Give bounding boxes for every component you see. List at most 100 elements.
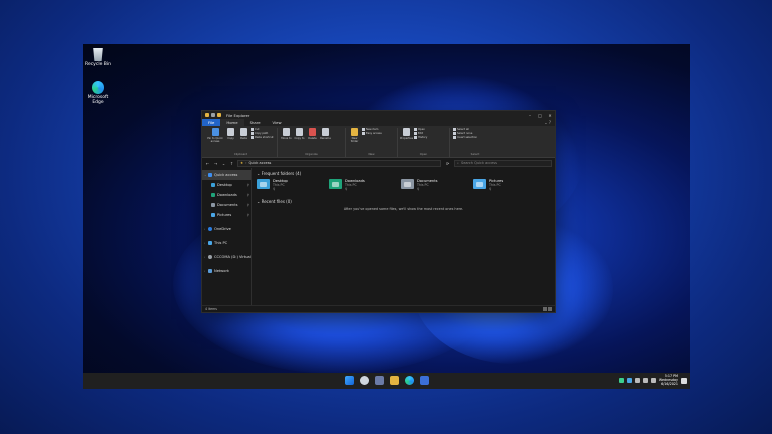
button-label: Copy xyxy=(227,137,234,140)
nav-item-label: This PC xyxy=(214,241,228,245)
large-icons-view-icon[interactable] xyxy=(548,307,552,311)
copy-to-icon xyxy=(296,128,303,136)
nav-item-network[interactable]: › Network xyxy=(202,266,251,276)
easy-access-icon xyxy=(362,132,365,135)
explorer-body: ⌄ Quick access Desktop ⚲ Downloads ⚲ Doc… xyxy=(202,168,555,305)
minimize-icon[interactable]: – xyxy=(525,113,535,118)
folder-tile-downloads[interactable]: Downloads This PC ⚲ xyxy=(329,179,401,191)
ribbon-group-new: New folder New item Easy access New xyxy=(346,128,398,157)
task-view-icon[interactable] xyxy=(375,376,384,385)
history-button[interactable]: History xyxy=(414,136,427,139)
folder-tile-documents[interactable]: Documents This PC ⚲ xyxy=(401,179,473,191)
downloads-folder-icon xyxy=(329,179,342,189)
search-input[interactable]: ⌕ Search Quick access xyxy=(454,159,552,167)
nav-item-label: Downloads xyxy=(217,193,237,197)
ribbon-group-organize: Move to Copy to Delete Rename Organize xyxy=(278,128,346,157)
up-icon[interactable]: ↑ xyxy=(229,161,234,166)
onedrive-icon[interactable] xyxy=(626,378,632,384)
refresh-icon[interactable]: ⟳ xyxy=(444,161,451,166)
quick-access-toolbar xyxy=(205,113,221,117)
nav-item-onedrive[interactable]: › OneDrive xyxy=(202,224,251,234)
store-icon[interactable] xyxy=(420,376,429,385)
pictures-folder-icon xyxy=(473,179,486,189)
notification-icon[interactable] xyxy=(681,377,687,384)
select-all-button[interactable]: Select all xyxy=(453,128,477,131)
recent-files-heading[interactable]: ⌄ Recent files (0) xyxy=(257,199,550,204)
pin-icon: ⚲ xyxy=(489,187,492,191)
tab-view[interactable]: View xyxy=(267,119,288,126)
edge-icon[interactable] xyxy=(405,376,414,385)
invert-selection-button[interactable]: Invert selection xyxy=(453,136,477,139)
new-item-button[interactable]: New item xyxy=(362,128,382,131)
button-label: New item xyxy=(366,128,379,131)
pin-icon: ⚲ xyxy=(246,183,249,187)
folder-tile-desktop[interactable]: Desktop This PC ⚲ xyxy=(257,179,329,191)
desktop-icon-label: Microsoft Edge xyxy=(87,95,109,105)
maximize-icon[interactable]: □ xyxy=(535,113,545,118)
clock[interactable]: 5:17 PM Wednesday 6/16/2021 xyxy=(659,374,678,386)
new-folder-icon[interactable] xyxy=(217,113,221,117)
ribbon: Pin to Quick access Copy Paste Cut Copy … xyxy=(202,126,555,158)
paste-shortcut-button[interactable]: Paste shortcut xyxy=(251,136,274,139)
breadcrumb: Quick access xyxy=(248,161,272,165)
open-button[interactable]: Open xyxy=(414,128,427,131)
desktop-icon-edge[interactable]: Microsoft Edge xyxy=(83,81,113,105)
copy-path-icon xyxy=(251,132,254,135)
details-view-icon[interactable] xyxy=(543,307,547,311)
nav-item-documents[interactable]: Documents ⚲ xyxy=(202,200,251,210)
edge-icon xyxy=(92,81,104,94)
tab-share[interactable]: Share xyxy=(244,119,267,126)
cut-button[interactable]: Cut xyxy=(251,128,274,131)
address-bar[interactable]: ★ › Quick access xyxy=(237,159,441,167)
section-title: Frequent folders (4) xyxy=(261,171,302,176)
nav-item-quick-access[interactable]: ⌄ Quick access xyxy=(202,170,251,180)
nav-item-label: Pictures xyxy=(217,213,232,217)
close-icon[interactable]: ✕ xyxy=(545,113,555,118)
pin-icon: ⚲ xyxy=(273,187,276,191)
button-label: Invert selection xyxy=(457,136,478,139)
tab-file[interactable]: File xyxy=(202,119,221,126)
properties-icon[interactable] xyxy=(211,113,215,117)
pin-icon: ⚲ xyxy=(246,203,249,207)
recent-locations-icon[interactable]: ⌄ xyxy=(221,161,226,166)
keyboard-icon[interactable] xyxy=(650,378,656,384)
network-icon[interactable] xyxy=(634,378,640,384)
help-icon[interactable]: ⌄ ? xyxy=(544,119,555,126)
tab-home[interactable]: Home xyxy=(220,119,244,126)
nav-item-pictures[interactable]: Pictures ⚲ xyxy=(202,210,251,220)
copy-icon xyxy=(227,128,234,136)
forward-icon[interactable]: → xyxy=(213,161,218,166)
easy-access-button[interactable]: Easy access xyxy=(362,132,382,135)
desktop-icon-recycle-bin[interactable]: Recycle Bin xyxy=(83,48,113,67)
pictures-icon xyxy=(211,213,215,217)
section-title: Recent files (0) xyxy=(261,199,292,204)
folder-icon xyxy=(205,113,209,117)
copy-path-button[interactable]: Copy path xyxy=(251,132,274,135)
folder-tile-pictures[interactable]: Pictures This PC ⚲ xyxy=(473,179,545,191)
new-item-icon xyxy=(362,128,365,131)
nav-item-label: Network xyxy=(214,269,230,273)
nav-item-downloads[interactable]: Downloads ⚲ xyxy=(202,190,251,200)
edit-button[interactable]: Edit xyxy=(414,132,427,135)
documents-icon xyxy=(211,203,215,207)
frequent-folders-heading[interactable]: ⌄ Frequent folders (4) xyxy=(257,171,550,176)
select-none-button[interactable]: Select none xyxy=(453,132,477,135)
button-label: Copy path xyxy=(255,132,269,135)
search-icon[interactable] xyxy=(360,376,369,385)
back-icon[interactable]: ← xyxy=(205,161,210,166)
nav-item-dvd-drive[interactable]: › CCCOMA (D:) Virtual xyxy=(202,252,251,262)
volume-icon[interactable] xyxy=(642,378,648,384)
star-icon xyxy=(208,173,212,177)
nav-item-desktop[interactable]: Desktop ⚲ xyxy=(202,180,251,190)
security-icon[interactable] xyxy=(618,378,624,384)
file-explorer-icon[interactable] xyxy=(390,376,399,385)
view-toggle xyxy=(543,307,552,311)
frequent-folders-list: Desktop This PC ⚲ Downloads This PC ⚲ Do… xyxy=(257,179,550,191)
button-label: Delete xyxy=(308,137,317,140)
start-icon[interactable] xyxy=(345,376,354,385)
edit-icon xyxy=(414,132,417,135)
button-label: New folder xyxy=(350,137,359,143)
nav-item-this-pc[interactable]: › This PC xyxy=(202,238,251,248)
desktop-icon xyxy=(211,183,215,187)
recycle-bin-icon xyxy=(93,48,103,61)
